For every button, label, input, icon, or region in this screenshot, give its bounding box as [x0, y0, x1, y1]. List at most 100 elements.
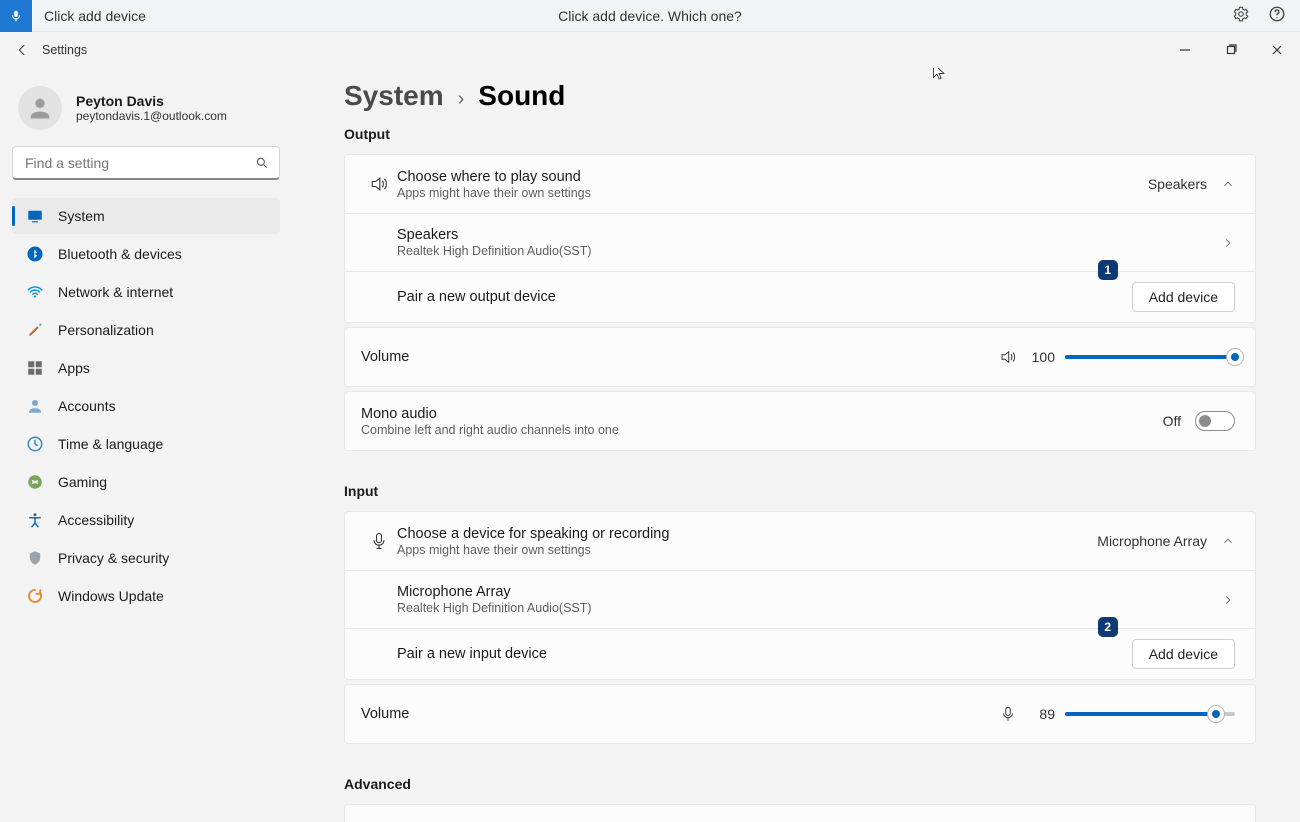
nav-item-bluetooth[interactable]: Bluetooth & devices [12, 236, 280, 272]
shield-icon [26, 549, 44, 567]
accessibility-icon [26, 511, 44, 529]
choose-input-row[interactable]: Choose a device for speaking or recordin… [345, 512, 1255, 570]
breadcrumb-parent[interactable]: System [344, 80, 444, 112]
paintbrush-icon [26, 321, 44, 339]
nav-item-apps[interactable]: Apps [12, 350, 280, 386]
row-subtitle: Apps might have their own settings [397, 543, 669, 557]
pair-label: Pair a new output device [397, 289, 556, 305]
search-input[interactable] [23, 154, 255, 172]
add-output-device-button[interactable]: Add device [1132, 282, 1235, 312]
nav-label: Network & internet [58, 284, 173, 300]
nav-label: Privacy & security [58, 550, 169, 566]
page-title: Sound [478, 80, 565, 112]
output-volume-value: 100 [1027, 349, 1055, 365]
output-device-card: Choose where to play sound Apps might ha… [344, 154, 1256, 323]
row-title: Choose a device for speaking or recordin… [397, 526, 669, 542]
nav-label: System [58, 208, 105, 224]
pair-output-row: Pair a new output device 1 Add device [345, 271, 1255, 322]
nav-item-personalization[interactable]: Personalization [12, 312, 280, 348]
output-volume-row[interactable]: Volume 100 [345, 328, 1255, 386]
nav-item-network[interactable]: Network & internet [12, 274, 280, 310]
window-titlebar: Settings [0, 32, 1300, 68]
nav-label: Personalization [58, 322, 154, 338]
troubleshoot-card: Troubleshoot common sound problems Outpu… [344, 804, 1256, 822]
nav-item-accounts[interactable]: Accounts [12, 388, 280, 424]
input-volume-card: Volume 89 [344, 684, 1256, 744]
search-icon [255, 156, 269, 170]
mono-title: Mono audio [361, 406, 619, 422]
maximize-button[interactable] [1208, 32, 1254, 68]
mono-state: Off [1163, 413, 1181, 429]
nav-label: Bluetooth & devices [58, 246, 182, 262]
accounts-icon [26, 397, 44, 415]
apps-icon [26, 359, 44, 377]
pair-input-row: Pair a new input device 2 Add device [345, 628, 1255, 679]
system-icon [26, 207, 44, 225]
breadcrumb: System › Sound [344, 80, 1256, 112]
nav-list: System Bluetooth & devices Network & int… [12, 198, 280, 614]
minimize-button[interactable] [1162, 32, 1208, 68]
pair-label: Pair a new input device [397, 646, 547, 662]
device-driver: Realtek High Definition Audio(SST) [397, 601, 592, 615]
avatar [18, 86, 62, 130]
nav-item-system[interactable]: System [12, 198, 280, 234]
update-icon [26, 587, 44, 605]
main-content: System › Sound Output Choose where to pl… [300, 68, 1300, 822]
gaming-icon [26, 473, 44, 491]
row-subtitle: Apps might have their own settings [397, 186, 591, 200]
close-button[interactable] [1254, 32, 1300, 68]
microphone-icon [9, 9, 23, 23]
assistant-prompt-left: Click add device [44, 8, 146, 24]
section-title-advanced: Advanced [344, 776, 1256, 792]
add-input-device-button[interactable]: Add device [1132, 639, 1235, 669]
nav-label: Accounts [58, 398, 116, 414]
volume-label: Volume [361, 349, 409, 365]
mono-sub: Combine left and right audio channels in… [361, 423, 619, 437]
input-volume-value: 89 [1027, 706, 1055, 722]
account-header[interactable]: Peyton Davis peytondavis.1@outlook.com [12, 80, 280, 146]
mono-toggle[interactable] [1195, 411, 1235, 431]
wifi-icon [26, 283, 44, 301]
microphone-icon [369, 531, 389, 551]
choose-output-row[interactable]: Choose where to play sound Apps might ha… [345, 155, 1255, 213]
nav-item-accessibility[interactable]: Accessibility [12, 502, 280, 538]
back-button[interactable] [8, 42, 36, 58]
row-title: Choose where to play sound [397, 169, 591, 185]
nav-label: Time & language [58, 436, 163, 452]
settings-gear-icon[interactable] [1232, 5, 1250, 26]
nav-item-update[interactable]: Windows Update [12, 578, 280, 614]
nav-label: Gaming [58, 474, 107, 490]
output-device-item[interactable]: Speakers Realtek High Definition Audio(S… [345, 213, 1255, 271]
mono-audio-card: Mono audio Combine left and right audio … [344, 391, 1256, 451]
nav-label: Apps [58, 360, 90, 376]
chevron-up-icon [1221, 534, 1235, 548]
assistant-bar: Click add device Click add device. Which… [0, 0, 1300, 32]
profile-name: Peyton Davis [76, 93, 227, 109]
input-device-item[interactable]: Microphone Array Realtek High Definition… [345, 570, 1255, 628]
help-icon[interactable] [1268, 5, 1286, 26]
microphone-icon [999, 705, 1017, 723]
chevron-right-icon [1221, 236, 1235, 250]
clock-globe-icon [26, 435, 44, 453]
output-volume-slider[interactable] [1065, 355, 1235, 359]
output-selected-value: Speakers [1148, 176, 1207, 192]
nav-item-time[interactable]: Time & language [12, 426, 280, 462]
nav-item-gaming[interactable]: Gaming [12, 464, 280, 500]
section-title-output: Output [344, 126, 1256, 142]
input-volume-slider[interactable] [1065, 712, 1235, 716]
input-device-card: Choose a device for speaking or recordin… [344, 511, 1256, 680]
output-volume-card: Volume 100 [344, 327, 1256, 387]
chevron-right-icon: › [458, 88, 465, 111]
voice-mic-button[interactable] [0, 0, 32, 32]
nav-item-privacy[interactable]: Privacy & security [12, 540, 280, 576]
input-volume-row[interactable]: Volume 89 [345, 685, 1255, 743]
window-title: Settings [42, 43, 87, 57]
mono-audio-row[interactable]: Mono audio Combine left and right audio … [345, 392, 1255, 450]
speaker-icon [999, 348, 1017, 366]
person-icon [26, 94, 54, 122]
assistant-question: Click add device. Which one? [558, 8, 742, 24]
device-driver: Realtek High Definition Audio(SST) [397, 244, 592, 258]
section-title-input: Input [344, 483, 1256, 499]
callout-badge-2: 2 [1098, 617, 1118, 637]
search-box[interactable] [12, 146, 280, 180]
